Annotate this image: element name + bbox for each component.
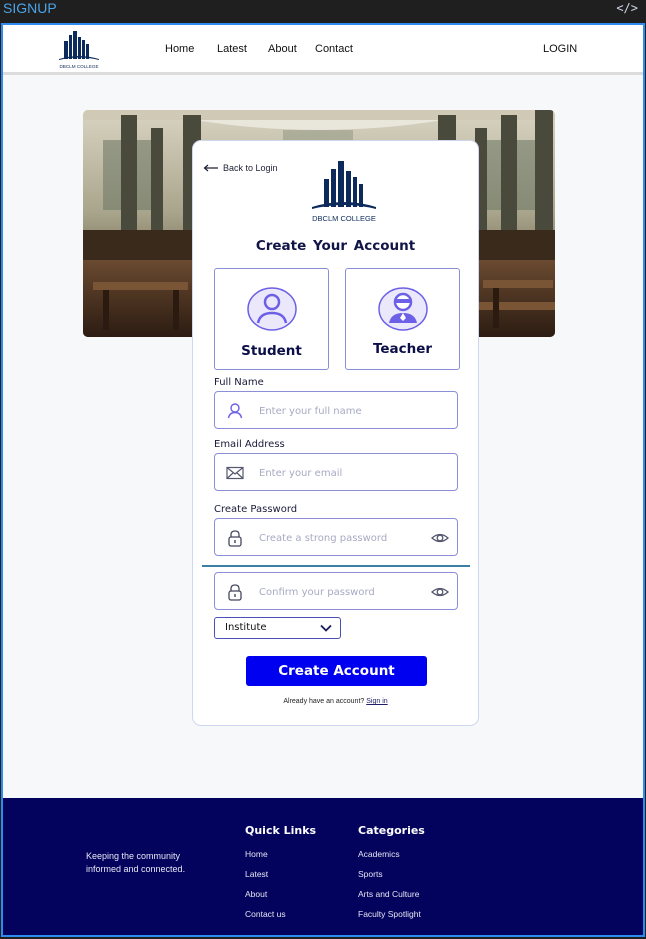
email-field[interactable] bbox=[214, 453, 458, 491]
lock-icon bbox=[228, 584, 242, 601]
logo-text: DBCLM COLLEGE bbox=[59, 64, 98, 69]
card-logo-text: DBCLM COLLEGE bbox=[312, 214, 376, 223]
categories-column: Categories Academics Sports Arts and Cul… bbox=[358, 824, 425, 929]
back-to-login[interactable]: Back to Login bbox=[203, 163, 278, 173]
footer-category-faculty[interactable]: Faculty Spotlight bbox=[358, 909, 425, 919]
create-account-button[interactable]: Create Account bbox=[246, 656, 427, 686]
footer-category-academics[interactable]: Academics bbox=[358, 849, 425, 859]
signup-page: DBCLM COLLEGE Home Latest About Contact … bbox=[1, 23, 645, 937]
frame-toolbar: SIGNUP </> bbox=[0, 0, 646, 22]
footer-link-about[interactable]: About bbox=[245, 889, 316, 899]
quick-links-column: Quick Links Home Latest About Contact us bbox=[245, 824, 316, 929]
teacher-user-icon bbox=[378, 287, 428, 331]
footer-link-latest[interactable]: Latest bbox=[245, 869, 316, 879]
signin-prompt-text: Already have an account? bbox=[283, 698, 365, 705]
footer-category-arts[interactable]: Arts and Culture bbox=[358, 889, 425, 899]
nav-latest[interactable]: Latest bbox=[217, 43, 247, 55]
email-label: Email Address bbox=[214, 439, 285, 450]
nav-home[interactable]: Home bbox=[165, 43, 194, 55]
site-header: DBCLM COLLEGE Home Latest About Contact … bbox=[3, 25, 643, 75]
confirm-password-field[interactable] bbox=[214, 572, 458, 610]
footer-link-home[interactable]: Home bbox=[245, 849, 316, 859]
back-label: Back to Login bbox=[223, 163, 278, 173]
institute-select[interactable]: Institute bbox=[214, 617, 341, 639]
password-input[interactable] bbox=[259, 528, 429, 548]
institute-select-value: Institute bbox=[225, 622, 267, 633]
footer-tagline: Keeping the community informed and conne… bbox=[86, 851, 186, 874]
nav-about[interactable]: About bbox=[268, 43, 297, 55]
role-student-label: Student bbox=[241, 343, 302, 359]
nav-contact[interactable]: Contact bbox=[315, 43, 353, 55]
role-student-card[interactable]: Student bbox=[214, 268, 329, 370]
code-icon[interactable]: </> bbox=[616, 1, 638, 15]
chevron-down-icon bbox=[320, 624, 332, 632]
signup-card: Back to Login DBCLM COLLEGE Create Your … bbox=[192, 140, 479, 726]
site-footer: Keeping the community informed and conne… bbox=[3, 798, 643, 935]
full-name-label: Full Name bbox=[214, 377, 264, 388]
email-input[interactable] bbox=[259, 463, 429, 483]
page-title: Create Your Account bbox=[255, 238, 416, 254]
role-teacher-card[interactable]: Teacher bbox=[345, 268, 460, 370]
footer-category-sports[interactable]: Sports bbox=[358, 869, 425, 879]
eye-icon[interactable] bbox=[431, 530, 449, 546]
card-college-logo: DBCLM COLLEGE bbox=[312, 161, 376, 223]
confirm-password-input[interactable] bbox=[259, 582, 429, 602]
quick-links-title: Quick Links bbox=[245, 824, 317, 837]
password-label: Create Password bbox=[214, 504, 298, 515]
categories-title: Categories bbox=[358, 824, 425, 837]
password-field[interactable] bbox=[214, 518, 458, 556]
footer-link-contact[interactable]: Contact us bbox=[245, 909, 316, 919]
student-user-icon bbox=[247, 287, 297, 331]
section-divider bbox=[202, 565, 470, 567]
arrow-left-icon bbox=[203, 164, 218, 172]
signin-prompt: Already have an account? Sign in bbox=[193, 698, 478, 705]
frame-label: SIGNUP bbox=[3, 0, 57, 16]
eye-icon[interactable] bbox=[431, 584, 449, 600]
lock-icon bbox=[228, 530, 242, 547]
college-logo[interactable]: DBCLM COLLEGE bbox=[55, 29, 103, 71]
role-teacher-label: Teacher bbox=[372, 341, 433, 357]
user-icon bbox=[227, 403, 243, 419]
mail-icon bbox=[226, 466, 244, 480]
signin-link[interactable]: Sign in bbox=[366, 698, 387, 705]
login-link[interactable]: LOGIN bbox=[543, 43, 577, 55]
full-name-input[interactable] bbox=[259, 401, 429, 421]
full-name-field[interactable] bbox=[214, 391, 458, 429]
